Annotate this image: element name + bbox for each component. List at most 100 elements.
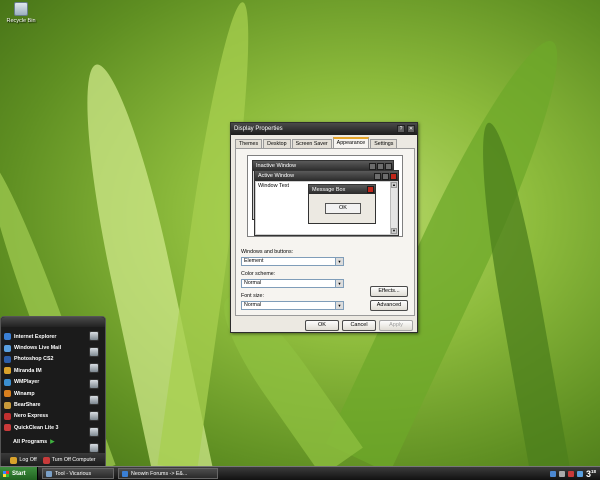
advanced-button[interactable]: Advanced xyxy=(370,300,408,311)
color-scheme-value: Normal xyxy=(244,280,262,286)
font-size-value: Normal xyxy=(244,302,262,308)
all-programs-label: All Programs xyxy=(13,439,48,445)
start-menu-item[interactable]: Windows Live Mail xyxy=(4,342,80,353)
tray-network-icon[interactable] xyxy=(549,471,556,477)
dialog-title: Display Properties xyxy=(234,126,283,132)
documents-icon[interactable] xyxy=(89,331,99,341)
tab-themes[interactable]: Themes xyxy=(235,139,263,148)
start-menu-header xyxy=(1,317,105,327)
help-button[interactable]: ? xyxy=(397,125,405,133)
windows-logo-icon xyxy=(3,470,9,477)
turn-off-label: Turn Off Computer xyxy=(51,457,96,463)
tray-app-icon[interactable] xyxy=(576,471,583,477)
clock[interactable]: 318 xyxy=(586,469,596,479)
start-menu-item-label: Winamp xyxy=(14,390,35,397)
log-off-button[interactable]: Log Off xyxy=(10,456,37,464)
mail-icon xyxy=(4,344,11,352)
desktop-icon-recycle-bin[interactable]: Recycle Bin xyxy=(4,2,38,24)
start-menu-item[interactable]: Nero Express xyxy=(4,411,80,422)
arrow-right-icon: ▶ xyxy=(50,439,55,445)
tab-desktop[interactable]: Desktop xyxy=(263,139,291,148)
start-menu-footer: Log Off Turn Off Computer xyxy=(1,453,105,467)
clock-minute: 18 xyxy=(590,469,596,474)
windows-buttons-select[interactable]: Element ▼ xyxy=(241,257,344,266)
winamp-icon xyxy=(4,390,11,398)
start-menu: Internet Explorer Windows Live Mail Phot… xyxy=(0,316,106,468)
dialog-titlebar[interactable]: Display Properties ? ✕ xyxy=(231,123,417,135)
log-off-label: Log Off xyxy=(19,457,37,463)
inactive-window-title: Inactive Window xyxy=(256,163,297,169)
taskbar-item[interactable]: Tool - Vicarious xyxy=(42,468,114,479)
preview-scrollbar: ▲ ▼ xyxy=(390,182,397,234)
maximize-icon xyxy=(377,162,384,170)
internet-explorer-icon xyxy=(4,333,11,341)
start-menu-item-label: Miranda IM xyxy=(14,367,42,374)
start-menu-item[interactable]: Winamp xyxy=(4,388,80,399)
pictures-icon[interactable] xyxy=(89,347,99,357)
start-menu-item[interactable]: Internet Explorer xyxy=(4,331,80,342)
display-properties-dialog: Display Properties ? ✕ Themes Desktop Sc… xyxy=(230,122,418,333)
start-menu-item-label: BearShare xyxy=(14,402,41,409)
run-icon[interactable] xyxy=(89,443,99,453)
tab-screen-saver[interactable]: Screen Saver xyxy=(291,139,332,148)
scroll-up-arrow-icon: ▲ xyxy=(391,182,397,188)
system-tray: 318 xyxy=(546,467,600,480)
maximize-icon xyxy=(382,172,389,180)
chevron-down-icon: ▼ xyxy=(335,258,343,265)
start-menu-program-list: Internet Explorer Windows Live Mail Phot… xyxy=(4,331,80,434)
recycle-bin-icon xyxy=(14,2,28,16)
font-size-label: Font size: xyxy=(241,293,264,299)
start-menu-item-label: Internet Explorer xyxy=(14,333,57,340)
ok-button[interactable]: OK xyxy=(305,320,339,331)
color-scheme-label: Color scheme: xyxy=(241,271,276,277)
network-icon[interactable] xyxy=(89,411,99,421)
photoshop-icon xyxy=(4,355,11,363)
all-programs-button[interactable]: All Programs ▶ xyxy=(13,439,54,445)
quickclean-icon xyxy=(4,424,11,432)
message-box-titlebar: Message Box xyxy=(309,185,375,194)
close-icon xyxy=(385,162,392,170)
taskbar-item-label: Tool - Vicarious xyxy=(55,470,92,477)
effects-button[interactable]: Effects... xyxy=(370,286,408,297)
chevron-down-icon: ▼ xyxy=(335,280,343,287)
start-menu-item[interactable]: Photoshop CS2 xyxy=(4,354,80,365)
tab-appearance[interactable]: Appearance xyxy=(332,137,370,148)
log-off-icon xyxy=(10,456,18,464)
search-icon[interactable] xyxy=(89,427,99,437)
start-menu-item[interactable]: QuickClean Lite 3 xyxy=(4,422,80,433)
tab-settings[interactable]: Settings xyxy=(370,139,398,148)
windows-buttons-label: Windows and buttons: xyxy=(241,249,294,255)
windows-buttons-value: Element xyxy=(244,258,264,264)
cancel-button[interactable]: Cancel xyxy=(342,320,376,331)
minimize-icon xyxy=(369,162,376,170)
start-menu-item-label: Photoshop CS2 xyxy=(14,356,54,363)
nero-icon xyxy=(4,412,11,420)
active-window-titlebar: Active Window xyxy=(255,171,398,181)
computer-icon[interactable] xyxy=(89,379,99,389)
music-icon[interactable] xyxy=(89,363,99,373)
start-menu-item[interactable]: BearShare xyxy=(4,399,80,410)
font-size-select[interactable]: Normal ▼ xyxy=(241,301,344,310)
close-icon xyxy=(367,186,374,193)
scroll-down-arrow-icon: ▼ xyxy=(391,228,397,234)
bearshare-icon xyxy=(4,401,11,409)
color-scheme-select[interactable]: Normal ▼ xyxy=(241,279,344,288)
tray-volume-icon[interactable] xyxy=(558,471,565,477)
start-menu-places xyxy=(85,331,103,459)
minimize-icon xyxy=(374,172,381,180)
tray-security-icon[interactable] xyxy=(567,471,574,477)
tool-icon xyxy=(46,470,52,477)
start-menu-item[interactable]: Miranda IM xyxy=(4,365,80,376)
start-menu-item-label: Windows Live Mail xyxy=(14,345,62,352)
close-button[interactable]: ✕ xyxy=(407,125,415,133)
start-menu-item-label: QuickClean Lite 3 xyxy=(14,424,59,431)
control-panel-icon[interactable] xyxy=(89,395,99,405)
start-menu-item-label: WMPlayer xyxy=(14,379,40,386)
start-label: Start xyxy=(12,470,26,477)
close-icon xyxy=(390,172,397,180)
apply-button[interactable]: Apply xyxy=(379,320,413,331)
start-menu-item[interactable]: WMPlayer xyxy=(4,377,80,388)
taskbar-item[interactable]: Neowin Forums -> E&... xyxy=(118,468,218,479)
start-button[interactable]: Start xyxy=(0,466,38,480)
turn-off-button[interactable]: Turn Off Computer xyxy=(42,456,96,464)
